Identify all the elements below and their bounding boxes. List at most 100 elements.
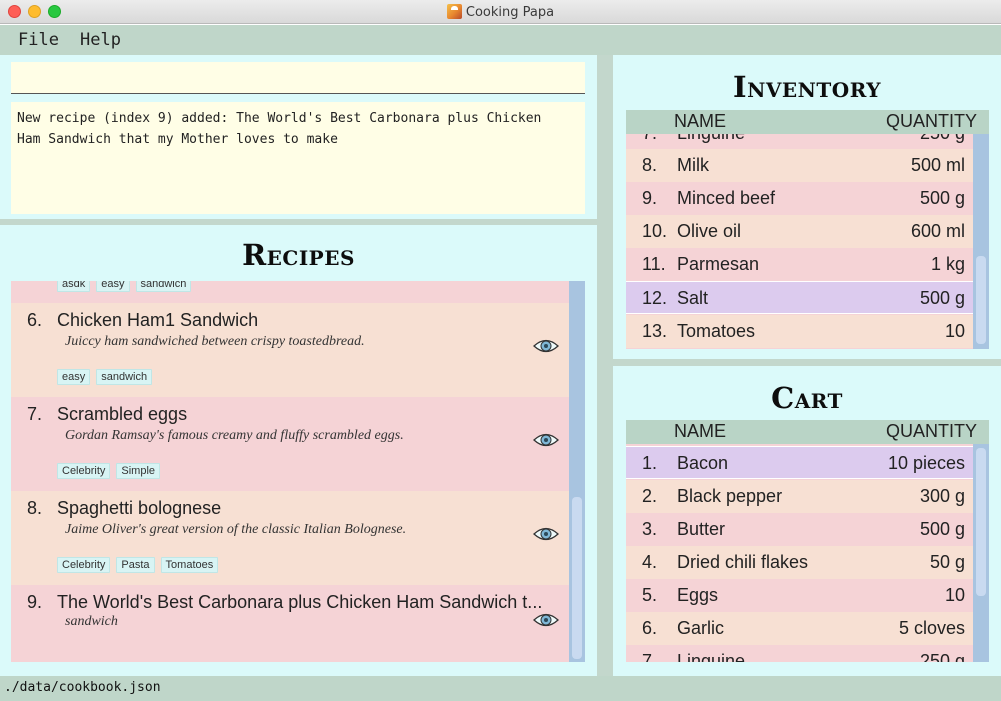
recipe-card[interactable]: 6. Chicken Ham1 Sandwich Juiccy ham sand…: [11, 303, 569, 397]
row-name: Garlic: [677, 618, 725, 638]
inventory-scrollbar-thumb[interactable]: [976, 256, 986, 344]
recipe-tag: Pasta: [116, 557, 155, 573]
recipe-card[interactable]: 8. Spaghetti bolognese Jaime Oliver's gr…: [11, 491, 569, 585]
right-split-divider[interactable]: [613, 359, 1001, 366]
recipe-name: Spaghetti bolognese: [57, 498, 222, 518]
recipe-tag: Celebrity: [57, 557, 111, 573]
eye-icon[interactable]: [533, 524, 559, 544]
eye-icon[interactable]: [533, 336, 559, 356]
cart-title: Cart: [771, 381, 843, 415]
recipe-description: sandwich: [65, 614, 118, 629]
left-split-divider[interactable]: [0, 219, 597, 225]
row-name: Linguine: [677, 134, 745, 144]
app-logo-icon: [446, 4, 462, 19]
row-index: 11.: [642, 254, 666, 274]
row-name: Black pepper: [677, 486, 783, 506]
result-display: New recipe (index 9) added: The World's …: [11, 102, 585, 214]
row-name: Linguine: [677, 651, 746, 662]
recipe-description: Juiccy ham sandwiched between crispy toa…: [65, 334, 365, 349]
row-index: 10.: [642, 221, 668, 241]
cart-row[interactable]: 6. Garlic 5 cloves: [626, 612, 973, 645]
recipe-index: 7.: [27, 404, 43, 424]
cart-row[interactable]: 4. Dried chili flakes 50 g: [626, 546, 973, 579]
row-quantity: 500 g: [919, 288, 965, 308]
row-quantity: 300 g: [919, 486, 965, 506]
recipe-description: Jaime Oliver's great version of the clas…: [65, 522, 407, 537]
menu-file[interactable]: File: [18, 30, 59, 50]
eye-icon[interactable]: [533, 610, 559, 630]
inventory-row[interactable]: 13. Tomatoes 10: [626, 315, 973, 348]
inventory-row[interactable]: 11. Parmesan 1 kg: [626, 248, 973, 281]
row-index: 4.: [642, 552, 658, 572]
cart-row[interactable]: 5. Eggs 10: [626, 579, 973, 612]
cart-scrollbar-thumb[interactable]: [976, 448, 986, 596]
command-input[interactable]: [11, 62, 585, 94]
row-name: Olive oil: [677, 221, 742, 241]
inventory-header: NAME QUANTITY: [626, 110, 989, 134]
row-name: Bacon: [677, 453, 729, 473]
row-index: 1.: [642, 453, 658, 473]
recipe-name: Chicken Ham1 Sandwich: [57, 310, 259, 330]
cart-row[interactable]: 3. Butter 500 g: [626, 513, 973, 546]
cart-scrollbar[interactable]: [973, 444, 989, 662]
row-quantity: 600 ml: [910, 221, 965, 241]
inventory-row[interactable]: 8. Milk 500 ml: [626, 149, 973, 182]
recipe-tag: asdk: [57, 281, 91, 292]
row-name: Butter: [677, 519, 726, 539]
save-location-path: ./data/cookbook.json: [4, 680, 161, 695]
recipe-tag: easy: [96, 281, 130, 292]
cart-row-selected[interactable]: 1. Bacon 10 pieces: [626, 446, 973, 479]
cart-row[interactable]: 7. Linguine 250 g: [626, 645, 973, 662]
recipe-tag: Simple: [116, 463, 161, 479]
inventory-row[interactable]: 9. Minced beef 500 g: [626, 182, 973, 215]
row-name: Dried chili flakes: [677, 552, 809, 572]
eye-icon[interactable]: [533, 430, 559, 450]
cart-col-quantity[interactable]: QUANTITY: [886, 421, 977, 442]
row-index: 3.: [642, 519, 658, 539]
recipe-card[interactable]: 7. Scrambled eggs Gordan Ramsay's famous…: [11, 397, 569, 491]
inventory-row[interactable]: 10. Olive oil 600 ml: [626, 215, 973, 248]
menu-bar: File Help: [0, 25, 1001, 55]
recipe-scrollbar[interactable]: [569, 281, 585, 662]
vertical-split-divider[interactable]: [597, 55, 613, 676]
row-index: 12.: [642, 288, 668, 308]
row-index: 9.: [642, 188, 658, 208]
inventory-row[interactable]: 7. Linguine 250 g: [626, 134, 973, 150]
inventory-col-quantity[interactable]: QUANTITY: [886, 111, 977, 132]
row-quantity: 1 kg: [930, 254, 965, 274]
row-name: Minced beef: [677, 188, 776, 208]
cart-row[interactable]: 2. Black pepper 300 g: [626, 480, 973, 513]
recipe-card[interactable]: 9. The World's Best Carbonara plus Chick…: [11, 585, 569, 662]
inventory-table[interactable]: 7. Linguine 250 g 8. Milk 500 ml 9. Minc…: [626, 134, 989, 349]
recipe-description: Gordan Ramsay's famous creamy and fluffy…: [65, 428, 404, 443]
row-index: 2.: [642, 486, 658, 506]
cart-col-name[interactable]: NAME: [674, 421, 726, 442]
inventory-scrollbar[interactable]: [973, 134, 989, 349]
recipe-tags: easy sandwich: [57, 369, 153, 385]
recipe-scrollbar-thumb[interactable]: [572, 497, 582, 659]
recipe-name: The World's Best Carbonara plus Chicken …: [57, 592, 543, 612]
row-quantity: 500 ml: [910, 155, 965, 175]
row-index: 8.: [642, 155, 658, 175]
title-bar: Cooking Papa: [0, 0, 1001, 24]
row-index: 5.: [642, 585, 658, 605]
recipe-tag: Tomatoes: [160, 557, 219, 573]
row-index: 13.: [642, 321, 668, 341]
row-quantity: 500 g: [919, 188, 965, 208]
row-index: 7.: [642, 134, 657, 144]
recipe-list[interactable]: asdk easy sandwich 6. Chicken Ham1 Sandw…: [11, 281, 585, 662]
inventory-row-selected[interactable]: 12. Salt 500 g: [626, 281, 973, 314]
row-name: Tomatoes: [677, 321, 756, 341]
inventory-col-name[interactable]: NAME: [674, 111, 726, 132]
row-index: 6.: [642, 618, 658, 638]
cart-table[interactable]: 1. Bacon 10 pieces 2. Black pepper 300 g…: [626, 444, 989, 662]
recipe-card[interactable]: asdk easy sandwich: [11, 281, 569, 303]
recipe-index: 6.: [27, 310, 43, 330]
recipe-tags: asdk easy sandwich: [57, 281, 192, 292]
menu-help[interactable]: Help: [80, 30, 121, 50]
row-name: Milk: [677, 155, 709, 175]
recipe-tag: sandwich: [96, 369, 153, 385]
window-title-text: Cooking Papa: [465, 5, 555, 20]
row-quantity: 50 g: [929, 552, 965, 572]
row-quantity: 10: [944, 321, 965, 341]
